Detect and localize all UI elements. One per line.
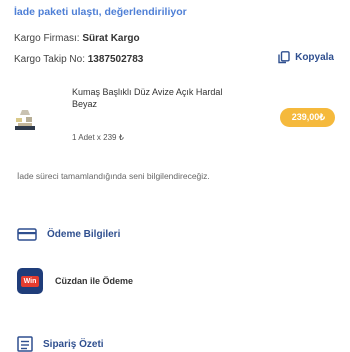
return-info-note: İade süreci tamamlandığında seni bilgile… (17, 171, 210, 181)
product-name[interactable]: Kumaş Başlıklı Düz Avize Açık Hardal Bey… (72, 86, 232, 110)
payment-method-label: Cüzdan ile Ödeme (55, 276, 134, 286)
carrier-label: Kargo Firması: (14, 33, 83, 44)
copy-label: Kopyala (295, 52, 334, 63)
carrier-row: Kargo Firması: Sürat Kargo (14, 33, 140, 44)
carrier-value: Sürat Kargo (82, 33, 140, 44)
tracking-row: Kargo Takip No: 1387502783 (14, 54, 143, 65)
copy-button[interactable]: Kopyala (278, 51, 334, 64)
product-quantity: 1 Adet x 239 ₺ (72, 133, 124, 142)
copy-icon (278, 51, 290, 64)
tracking-label: Kargo Takip No: (14, 54, 88, 65)
credit-card-icon (17, 228, 37, 241)
payment-info-heading: Ödeme Bilgileri (17, 228, 120, 241)
tracking-number: 1387502783 (87, 54, 144, 65)
price-badge: 239,00₺ (279, 108, 335, 127)
product-thumbnail[interactable] (14, 104, 36, 132)
order-summary-label: Sipariş Özeti (43, 338, 104, 350)
payment-method: Win Cüzdan ile Ödeme (17, 268, 133, 294)
return-status-text: İade paketi ulaştı, değerlendiriliyor (14, 6, 187, 18)
wallet-logo: Win (17, 268, 43, 294)
payment-heading-label: Ödeme Bilgileri (47, 229, 121, 240)
